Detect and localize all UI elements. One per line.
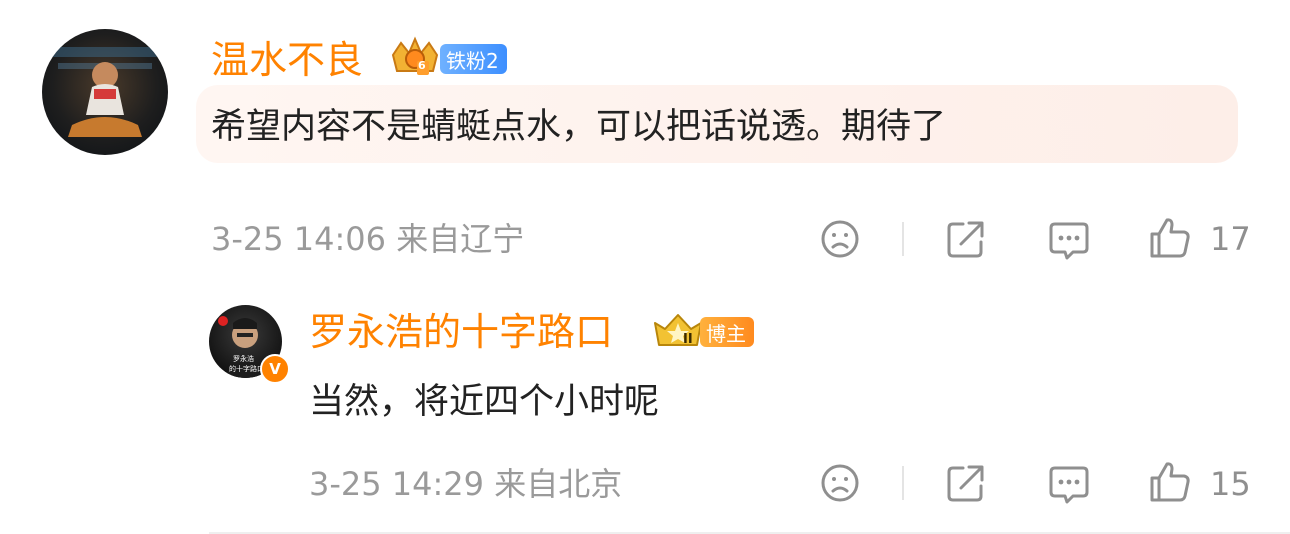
comment-meta: 3-25 14:06 来自辽宁 (211, 220, 525, 258)
crown-icon (391, 36, 439, 75)
crown-level: 6 (418, 59, 426, 72)
crown-icon (654, 314, 702, 346)
share-icon[interactable] (945, 218, 987, 260)
action-separator (902, 222, 904, 256)
comment-icon[interactable] (1047, 462, 1091, 506)
like-icon[interactable] (1148, 460, 1192, 504)
author-badge-label: 博主 (706, 321, 746, 346)
commenter-username[interactable]: 温水不良 (211, 38, 363, 82)
avatar-caption-1: 罗永浩 (233, 355, 254, 363)
fan-level-badge-label: 铁粉2 (446, 48, 499, 73)
commenter-avatar[interactable] (42, 29, 168, 155)
comment-icon[interactable] (1047, 218, 1091, 262)
share-icon[interactable] (945, 462, 987, 504)
like-count: 15 (1210, 465, 1251, 503)
reply-text: 当然，将近四个小时呢 (309, 382, 660, 422)
verified-badge-icon: V (260, 354, 290, 384)
author-badge[interactable]: 博主 (700, 317, 754, 347)
replier-username[interactable]: 罗永浩的十字路口 (309, 310, 613, 354)
comment-text: 希望内容不是蜻蜓点水，可以把话说透。期待了 (211, 107, 947, 147)
action-separator (902, 466, 904, 500)
dislike-icon[interactable] (819, 462, 861, 504)
fan-level-badge[interactable]: 铁粉2 (440, 44, 507, 74)
dislike-icon[interactable] (819, 218, 861, 260)
like-icon[interactable] (1148, 216, 1192, 260)
avatar-caption-2: 的十字路口 (229, 365, 264, 373)
reply-meta: 3-25 14:29 来自北京 (309, 465, 623, 503)
crown-level: II (683, 332, 693, 347)
like-count: 17 (1210, 220, 1251, 258)
